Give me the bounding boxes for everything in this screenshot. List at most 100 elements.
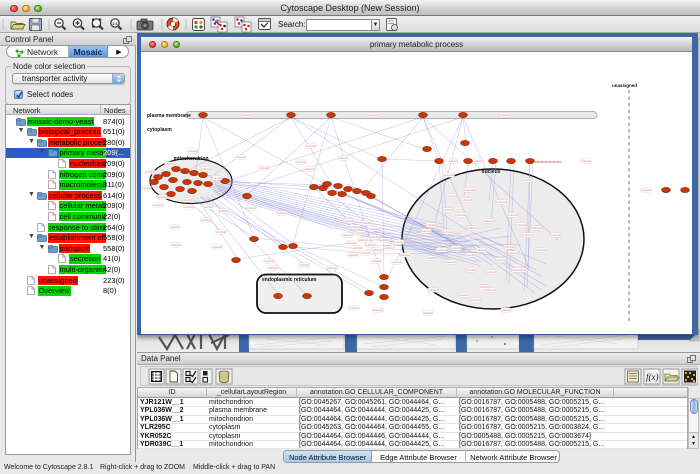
svg-text:xxIxxIxxI: xxIxxIxxI (373, 309, 383, 312)
svg-text:xxIxxIxxI: xxIxxIxxI (392, 261, 402, 264)
svg-text:xxIxxIxxI: xxIxxIxxI (153, 204, 163, 207)
svg-text:xxIxxIxxI: xxIxxIxxI (216, 231, 226, 234)
svg-text:xxIxxIxxI: xxIxxIxxI (372, 249, 382, 252)
svg-text:xxIxxIxxI: xxIxxIxxI (448, 160, 458, 163)
svg-text:xxIxxIxxI: xxIxxIxxI (504, 246, 514, 249)
svg-text:xxIxxIxxI: xxIxxIxxI (443, 209, 453, 212)
svg-text:xxIxxIxxI: xxIxxIxxI (471, 299, 481, 302)
svg-text:xxIxxIxxI: xxIxxIxxI (523, 234, 533, 237)
svg-text:xxIxxIxxIxxIxxIxxIx: xxIxxIxxIxxIxxIxxIx (535, 160, 561, 164)
svg-text:xxIxxIxxI: xxIxxIxxI (458, 294, 468, 297)
svg-text:xxIxxIxxI: xxIxxIxxI (501, 309, 511, 312)
svg-text:xxIxxIxxI: xxIxxIxxI (436, 249, 446, 252)
svg-text:xxIxxIxxI: xxIxxIxxI (468, 227, 478, 230)
svg-text:xxIxxIxxI: xxIxxIxxI (443, 231, 453, 234)
svg-text:xxIxxIxxI: xxIxxIxxI (421, 230, 431, 233)
svg-text:xxIxxIxxI: xxIxxIxxI (360, 252, 370, 255)
svg-text:xxIxxIxxI: xxIxxIxxI (355, 232, 365, 235)
svg-text:xxIxxIxxI: xxIxxIxxI (296, 161, 306, 164)
svg-text:xxIxxIxxI: xxIxxIxxI (370, 236, 380, 239)
svg-text:xxIxxIxxI: xxIxxIxxI (446, 261, 456, 264)
svg-text:xxIxxIxxI: xxIxxIxxI (246, 207, 256, 210)
svg-text:xxIxxIxxI: xxIxxIxxI (358, 239, 368, 242)
svg-text:xxIxxIxxI: xxIxxIxxI (486, 271, 496, 274)
svg-text:xxIxxIxxI: xxIxxIxxI (444, 174, 454, 177)
svg-text:xxIxxIxxI: xxIxxIxxI (368, 114, 378, 117)
svg-text:xxIxxIxxI: xxIxxIxxI (426, 224, 436, 227)
svg-text:plasma membrane: plasma membrane (147, 113, 191, 119)
svg-text:xxIxxIxxI: xxIxxIxxI (461, 199, 471, 202)
svg-text:xxIxxIxxI: xxIxxIxxI (212, 177, 222, 180)
svg-text:unassigned: unassigned (612, 83, 637, 88)
svg-text:xxIxxIxxI: xxIxxIxxI (551, 234, 561, 237)
svg-text:xxIxxIxxI: xxIxxIxxI (344, 220, 354, 223)
svg-text:xxIxxIxxI: xxIxxIxxI (500, 114, 510, 117)
svg-text:xxIxxIxxI: xxIxxIxxI (212, 246, 222, 249)
svg-text:xxIxxIxxI: xxIxxIxxI (384, 247, 394, 250)
svg-text:xxIxxIxxI: xxIxxIxxI (484, 220, 494, 223)
svg-text:xxIxxIxxI: xxIxxIxxI (516, 224, 526, 227)
svg-text:xxIxxIxxI: xxIxxIxxI (343, 234, 353, 237)
svg-text:xxIxxIxxI: xxIxxIxxI (338, 157, 348, 160)
svg-text:xxIxxIxxI: xxIxxIxxI (371, 260, 381, 263)
svg-text:xxIxxIxxI: xxIxxIxxI (365, 244, 375, 247)
svg-text:xxIxxIxxI: xxIxxIxxI (259, 167, 269, 170)
svg-text:xxIxxIxxI: xxIxxIxxI (368, 228, 378, 231)
svg-text:xxIxxIxxI: xxIxxIxxI (476, 249, 486, 252)
svg-text:xxIxxIxxI: xxIxxIxxI (304, 168, 314, 171)
svg-text:xxIxxIxxI: xxIxxIxxI (532, 227, 542, 230)
svg-text:xxIxxIxxI: xxIxxIxxI (456, 214, 466, 217)
svg-text:xxIxxIxxI: xxIxxIxxI (165, 163, 175, 166)
svg-text:xxIxxIxxI: xxIxxIxxI (236, 156, 246, 159)
svg-text:xxIxxIxxI: xxIxxIxxI (466, 254, 476, 257)
svg-text:xxIxxIxxI: xxIxxIxxI (242, 114, 252, 117)
svg-text:1:1: 1:1 (112, 21, 119, 26)
svg-text:xxIxxIxxI: xxIxxIxxI (423, 312, 433, 315)
svg-text:xxIxxIxxI: xxIxxIxxI (641, 189, 651, 192)
svg-text:xxIxxIxxI: xxIxxIxxI (141, 187, 151, 190)
svg-text:nucleus: nucleus (482, 169, 501, 175)
svg-text:xxIxxIxxI: xxIxxIxxI (451, 247, 461, 250)
svg-text:xxIxxIxxI: xxIxxIxxI (522, 179, 532, 182)
svg-text:xxIxxIxxI: xxIxxIxxI (264, 260, 274, 263)
svg-text:xxIxxIxxI: xxIxxIxxI (219, 210, 229, 213)
svg-text:xxIxxIxxI: xxIxxIxxI (203, 206, 213, 209)
svg-text:xxIxxIxxI: xxIxxIxxI (380, 239, 390, 242)
svg-text:xxIxxIxxI: xxIxxIxxI (496, 201, 506, 204)
svg-text:xxIxxIxxI: xxIxxIxxI (508, 214, 518, 217)
svg-text:xxIxxIxxI: xxIxxIxxI (184, 206, 194, 209)
svg-text:xxIxxIxxI: xxIxxIxxI (268, 267, 278, 270)
svg-text:xxIxxIxxI: xxIxxIxxI (299, 264, 309, 267)
svg-text:xxIxxIxxI: xxIxxIxxI (352, 247, 362, 250)
svg-text:xxIxxIxxI: xxIxxIxxI (394, 241, 404, 244)
svg-text:xxIxxIxxI: xxIxxIxxI (581, 160, 591, 163)
svg-text:xxIxxIxxI: xxIxxIxxI (400, 254, 410, 257)
svg-text:xxIxxIxxI: xxIxxIxxI (464, 189, 474, 192)
svg-text:xxIxxIxxI: xxIxxIxxI (188, 150, 198, 153)
svg-text:xxIxxIxxI: xxIxxIxxI (182, 199, 192, 202)
svg-text:xxIxxIxxI: xxIxxIxxI (157, 196, 167, 199)
svg-text:xxIxxIxxI: xxIxxIxxI (362, 222, 372, 225)
svg-text:xxIxxIxxI: xxIxxIxxI (426, 257, 436, 260)
svg-text:xxIxxIxxI: xxIxxIxxI (277, 212, 287, 215)
svg-text:xxIxxIxxI: xxIxxIxxI (479, 286, 489, 289)
svg-text:xxIxxIxxI: xxIxxIxxI (512, 269, 522, 272)
svg-text:xxIxxIxxI: xxIxxIxxI (496, 259, 506, 262)
svg-text:xxIxxIxxI: xxIxxIxxI (348, 254, 358, 257)
svg-text:endoplasmic reticulum: endoplasmic reticulum (262, 277, 317, 283)
svg-text:xxIxxIxxI: xxIxxIxxI (486, 289, 496, 292)
svg-text:xxIxxIxxI: xxIxxIxxI (428, 289, 438, 292)
svg-text:Search:: Search: (278, 20, 306, 29)
svg-text:xxIxxIxxI: xxIxxIxxI (306, 145, 316, 148)
svg-text:xxIxxIxxI: xxIxxIxxI (474, 160, 484, 163)
svg-text:xxIxxIxxI: xxIxxIxxI (346, 242, 356, 245)
svg-text:xxIxxIxxI: xxIxxIxxI (508, 252, 518, 255)
svg-text:mitochondrion: mitochondrion (174, 156, 209, 162)
svg-text:xxIxxIxxI: xxIxxIxxI (171, 244, 181, 247)
svg-text:xxIxxIxxI: xxIxxIxxI (350, 226, 360, 229)
svg-text:cytoplasm: cytoplasm (147, 127, 172, 133)
svg-text:xxIxxIxxI: xxIxxIxxI (446, 195, 456, 198)
svg-text:xxIxxIxxI: xxIxxIxxI (170, 226, 180, 229)
svg-text:xxIxxIxxI: xxIxxIxxI (466, 269, 476, 272)
svg-text:xxIxxIxxI: xxIxxIxxI (327, 267, 337, 270)
